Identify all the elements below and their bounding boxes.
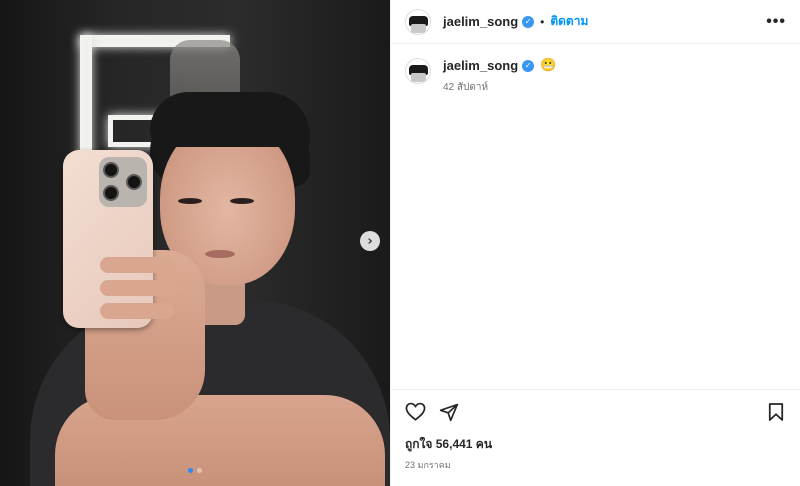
separator-dot: • [540, 14, 545, 29]
post-date: 23 มกราคม [405, 460, 451, 470]
verified-badge-icon: ✓ [522, 15, 535, 28]
left-eye [178, 198, 202, 204]
lips [205, 250, 235, 258]
finger [100, 257, 175, 273]
avatar[interactable] [405, 58, 431, 84]
carousel-dot-active [188, 468, 193, 473]
carousel-dot [197, 468, 202, 473]
likes-count[interactable]: ถูกใจ 56,441 คน [391, 435, 800, 454]
paper-plane-icon[interactable] [438, 401, 460, 423]
finger [100, 303, 174, 319]
caption-row: jaelim_song ✓ 😬 42 สัปดาห์ [391, 44, 800, 109]
post-header: jaelim_song ✓ • ติดตาม ••• [391, 0, 800, 44]
right-eye [230, 198, 254, 204]
carousel-dots [0, 468, 390, 473]
action-bar [391, 389, 800, 433]
next-photo-button[interactable]: › [360, 231, 380, 251]
camera-lens [126, 174, 142, 190]
caption-body: jaelim_song ✓ 😬 42 สัปดาห์ [443, 58, 556, 95]
heart-outline-icon[interactable] [404, 401, 426, 423]
hair-fringe [150, 92, 310, 147]
follow-button[interactable]: ติดตาม [550, 12, 588, 31]
camera-lens [103, 162, 119, 178]
username-link[interactable]: jaelim_song [443, 14, 518, 29]
avatar[interactable] [405, 8, 431, 35]
caption-username-link[interactable]: jaelim_song [443, 58, 518, 73]
more-options-icon[interactable]: ••• [766, 13, 786, 31]
bookmark-icon[interactable] [765, 401, 787, 423]
camera-lens [103, 185, 119, 201]
finger [100, 280, 178, 296]
post-photo[interactable]: › [0, 0, 390, 486]
post-side-panel: jaelim_song ✓ • ติดตาม ••• jaelim_song ✓… [390, 0, 800, 486]
verified-badge-icon: ✓ [522, 59, 535, 72]
caption-line: jaelim_song ✓ 😬 [443, 58, 556, 73]
caption-emoji: 😬 [540, 58, 557, 73]
instagram-post: › jaelim_song ✓ • ติดตาม ••• jaelim_song… [0, 0, 800, 486]
caption-time-ago[interactable]: 42 สัปดาห์ [443, 80, 556, 95]
comments-area [391, 109, 800, 389]
